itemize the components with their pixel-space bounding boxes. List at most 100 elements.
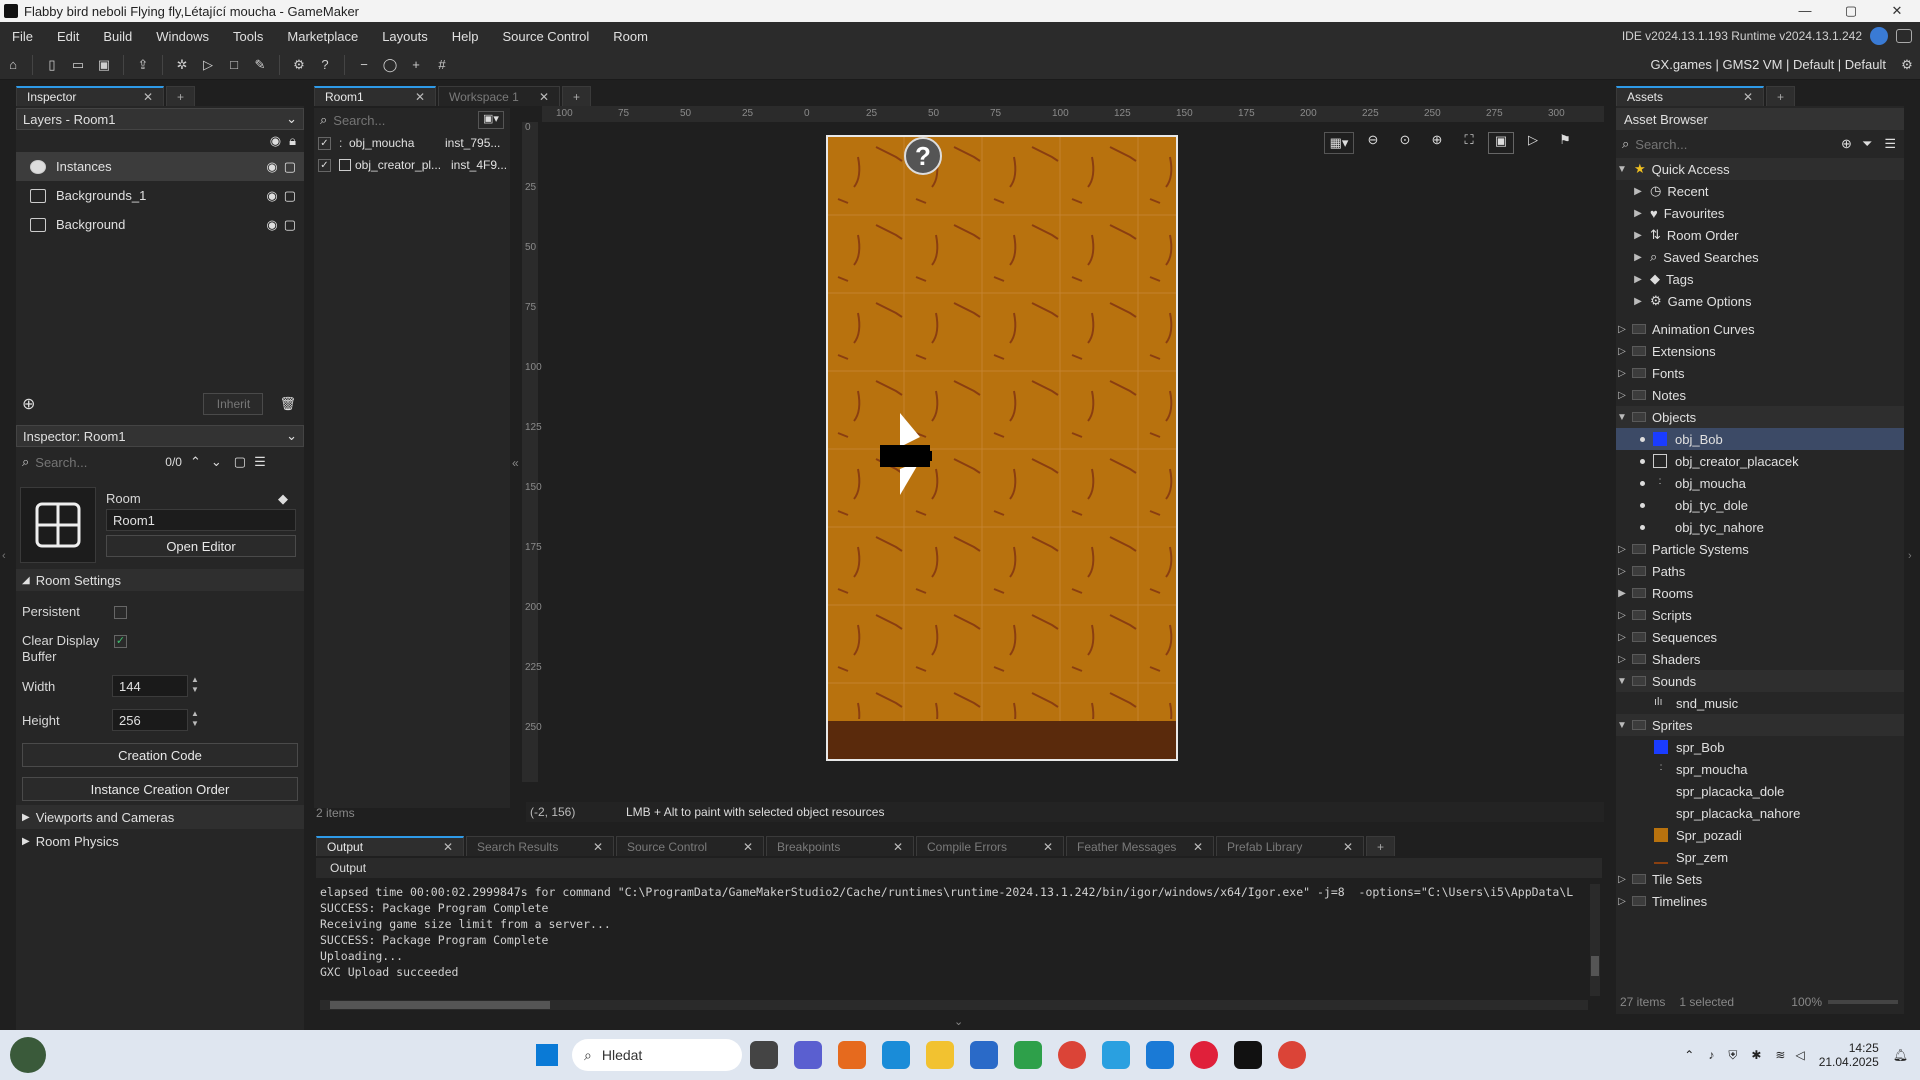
volume-tray-icon[interactable]: ♪ (1708, 1048, 1714, 1062)
run-icon[interactable]: ▷ (197, 54, 219, 76)
asset-obj-creator-placacek[interactable]: obj_creator_placacek (1616, 450, 1904, 472)
close-icon[interactable]: ✕ (443, 840, 453, 854)
menu-icon[interactable]: ☰ (1884, 136, 1896, 152)
asset-spr-bob[interactable]: spr_Bob (1616, 736, 1904, 758)
room-physics-header[interactable]: ▶ Room Physics (16, 829, 304, 853)
quick-recent[interactable]: ▶ ◷ Recent (1616, 180, 1904, 202)
asset-obj-bob[interactable]: obj_Bob (1616, 428, 1904, 450)
todo-icon[interactable] (1146, 1041, 1174, 1069)
instance-row[interactable]: ✓ obj_creator_pl... inst_4F9... (314, 154, 510, 176)
fly-sprite-icon[interactable] (880, 413, 940, 503)
grid-toolbar-icon[interactable]: # (431, 54, 453, 76)
menu-file[interactable]: File (0, 29, 45, 44)
right-collapse-icon[interactable]: › (1908, 550, 1912, 562)
group-sprites[interactable]: ▼ Sprites (1616, 714, 1904, 736)
quick-favourites[interactable]: ▶ ♥ Favourites (1616, 202, 1904, 224)
tab-output[interactable]: Output ✕ (316, 836, 464, 856)
eye-icon[interactable]: ◉ (266, 217, 277, 233)
app-icon[interactable] (1102, 1041, 1130, 1069)
width-field[interactable]: 144 (112, 675, 188, 697)
close-icon[interactable]: ✕ (1043, 840, 1053, 854)
asset-obj-tyc-dole[interactable]: obj_tyc_dole (1616, 494, 1904, 516)
zoom-slider[interactable] (1828, 1000, 1898, 1004)
collapse-list-icon[interactable]: « (512, 456, 519, 470)
add-tab-button[interactable]: + (1366, 836, 1396, 856)
group-tile-sets[interactable]: ▷ Tile Sets (1616, 868, 1904, 890)
menu-edit[interactable]: Edit (45, 29, 91, 44)
group-fonts[interactable]: ▷ Fonts (1616, 362, 1904, 384)
room-settings-header[interactable]: ◢ Room Settings (16, 569, 304, 591)
group-animation-curves[interactable]: ▷ Animation Curves (1616, 318, 1904, 340)
group-extensions[interactable]: ▷ Extensions (1616, 340, 1904, 362)
room-canvas[interactable]: ? (826, 135, 1178, 761)
eye-icon[interactable]: ◉ (266, 159, 277, 175)
asset-spr-placacka-nahore[interactable]: spr_placacka_nahore (1616, 802, 1904, 824)
lock-icon[interactable]: ▢ (284, 188, 296, 204)
inherit-button[interactable]: Inherit (203, 393, 264, 415)
security-icon[interactable]: ⛨ (1728, 1048, 1737, 1063)
add-layer-icon[interactable]: ⊕ (22, 394, 35, 414)
maximize-icon[interactable]: ▢ (1828, 3, 1874, 19)
prev-result-icon[interactable]: ⌃ (190, 454, 201, 470)
asset-spr-pozadi[interactable]: Spr_pozadi (1616, 824, 1904, 846)
gamemaker-taskbar-icon[interactable] (1234, 1041, 1262, 1069)
asset-obj-moucha[interactable]: : obj_moucha (1616, 472, 1904, 494)
clean-icon[interactable]: ✎ (249, 54, 271, 76)
clock[interactable]: 14:25 21.04.2025 (1819, 1041, 1879, 1069)
account-icon[interactable] (1870, 27, 1888, 45)
taskbar-search[interactable]: ⌕ Hledat (572, 1039, 742, 1071)
output-log[interactable]: elapsed time 00:00:02.2999847s for comma… (320, 884, 1588, 992)
inspector-dropdown[interactable]: Inspector: Room1 ⌄ (16, 425, 304, 447)
menu-marketplace[interactable]: Marketplace (275, 29, 370, 44)
tab-room1[interactable]: Room1 ✕ (314, 86, 436, 106)
tag-icon[interactable]: ◆ (278, 491, 288, 507)
filter-icon[interactable]: ⏷ (1862, 136, 1872, 152)
eye-icon[interactable]: ◉ (266, 188, 277, 204)
fit-view-icon[interactable]: ⛶ (1456, 132, 1482, 154)
firefox-icon[interactable] (838, 1041, 866, 1069)
height-stepper-icon[interactable]: ▲ ▼ (191, 709, 199, 729)
lock-icon[interactable]: ▢ (284, 217, 296, 233)
home-icon[interactable]: ⌂ (2, 54, 24, 76)
room-name-field[interactable]: Room1 (106, 509, 296, 531)
package-icon[interactable]: ⇪ (132, 54, 154, 76)
zoom-in-icon[interactable]: ⊕ (1424, 132, 1450, 154)
collapse-output-icon[interactable]: ⌄ (954, 1015, 963, 1028)
photos-icon[interactable] (1014, 1041, 1042, 1069)
wifi-icon[interactable]: ≋ (1775, 1048, 1785, 1062)
bluetooth-icon[interactable]: ✱ (1751, 1048, 1761, 1062)
close-icon[interactable]: ✕ (893, 840, 903, 854)
left-collapse-icon[interactable]: ‹ (2, 550, 6, 562)
flag-icon[interactable]: ⚑ (1552, 132, 1578, 154)
delete-layer-icon[interactable]: 🗑︎ (279, 396, 296, 412)
close-icon[interactable]: ✕ (1343, 840, 1353, 854)
asset-spr-moucha[interactable]: : spr_moucha (1616, 758, 1904, 780)
tab-assets[interactable]: Assets ✕ (1616, 86, 1764, 106)
menu-help[interactable]: Help (440, 29, 491, 44)
close-icon[interactable]: ✕ (743, 840, 753, 854)
group-objects[interactable]: ▼ Objects (1616, 406, 1904, 428)
scrollbar-thumb[interactable] (330, 1001, 550, 1009)
task-view-icon[interactable] (750, 1041, 778, 1069)
close-icon[interactable]: ✕ (1743, 90, 1753, 104)
close-icon[interactable]: ✕ (143, 90, 153, 104)
instance-search-input[interactable] (333, 112, 454, 128)
group-timelines[interactable]: ▷ Timelines (1616, 890, 1904, 912)
height-field[interactable]: 256 (112, 709, 188, 731)
start-icon[interactable] (536, 1044, 558, 1066)
instance-row[interactable]: ✓ : obj_moucha inst_795... (314, 132, 510, 154)
group-rooms[interactable]: ▶ Rooms (1616, 582, 1904, 604)
chrome-profile-icon[interactable] (1278, 1041, 1306, 1069)
close-window-icon[interactable]: ✕ (1874, 3, 1920, 19)
zoom-reset-icon[interactable]: ⊙ (1392, 132, 1418, 154)
menu-build[interactable]: Build (91, 29, 144, 44)
zoom-in-icon[interactable]: + (405, 54, 427, 76)
debug-icon[interactable]: ✲ (171, 54, 193, 76)
inspector-search-input[interactable] (35, 454, 166, 470)
persistent-checkbox[interactable] (114, 606, 127, 619)
save-icon[interactable]: ▣ (93, 54, 115, 76)
tab-feather-messages[interactable]: Feather Messages ✕ (1066, 836, 1214, 856)
instance-creation-order-button[interactable]: Instance Creation Order (22, 777, 298, 801)
store-icon[interactable] (970, 1041, 998, 1069)
menu-layouts[interactable]: Layouts (370, 29, 440, 44)
